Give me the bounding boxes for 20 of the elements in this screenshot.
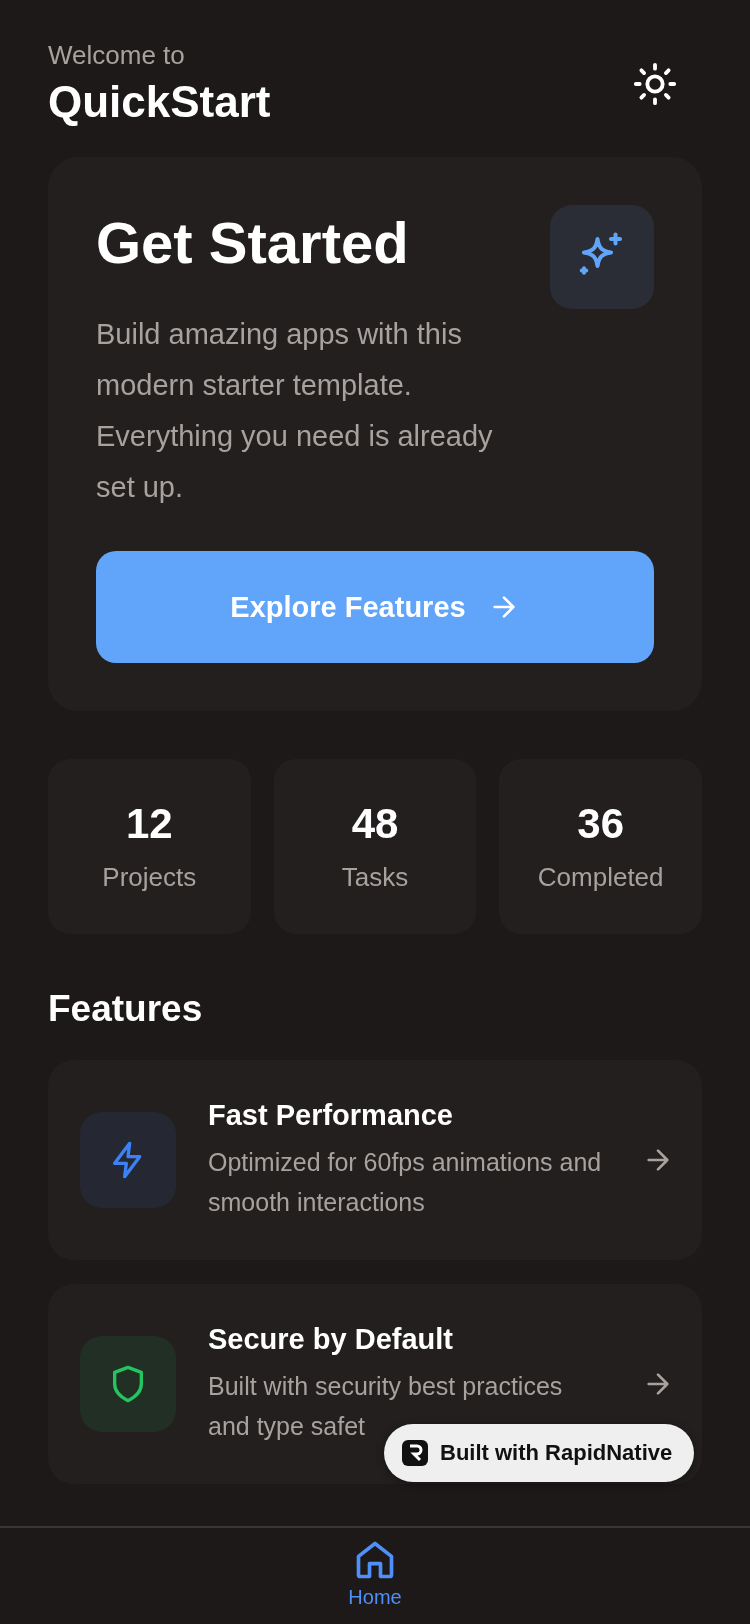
stat-label: Tasks <box>341 862 409 893</box>
badge-label: Built with RapidNative <box>440 1440 673 1466</box>
stat-label: Projects <box>102 862 197 893</box>
hero-title: Get Started <box>96 209 409 276</box>
sun-icon[interactable] <box>632 60 678 107</box>
stat-value: 12 <box>125 800 173 848</box>
stat-label: Completed <box>537 862 664 893</box>
stat-value: 48 <box>351 800 399 848</box>
home-tab[interactable]: Home <box>342 1528 408 1624</box>
feature-title: Secure by Default <box>208 1322 454 1356</box>
welcome-text: Welcome to <box>48 40 186 71</box>
app-title: QuickStart <box>48 77 271 127</box>
built-with-toast[interactable]: Built with RapidNative <box>384 1424 695 1482</box>
feature-card[interactable]: Fast Performance Optimized for 60fps animations and smooth interactions <box>48 1060 702 1260</box>
logo-icon <box>402 1440 428 1466</box>
feature-title: Fast Performance <box>208 1098 454 1132</box>
feature-description: Optimized for 60fps animations and smooth interactions <box>208 1146 603 1218</box>
hero-description: Build amazing apps with this modern starter template. Everything you need is already set up. <box>96 317 494 505</box>
section-heading: Features <box>48 988 204 1030</box>
stat-value: 36 <box>577 800 624 848</box>
